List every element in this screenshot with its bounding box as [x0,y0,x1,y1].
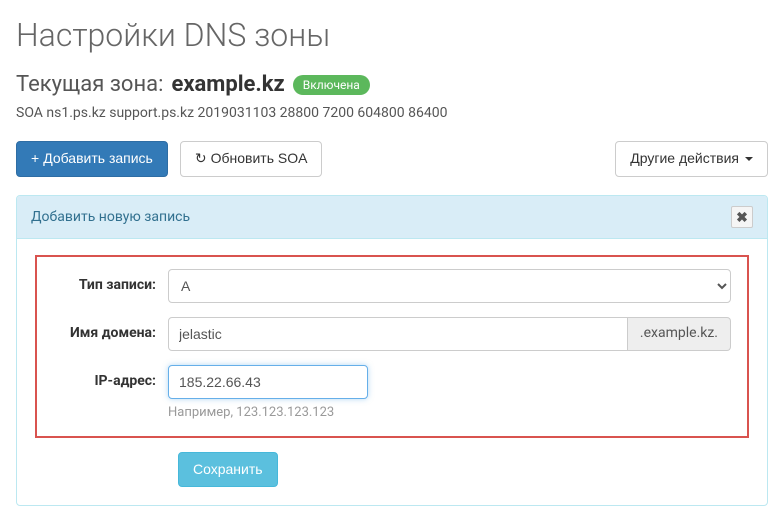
form-row-domain-name: Имя домена: .example.kz. [53,317,731,351]
ip-address-input[interactable] [168,365,368,399]
form-row-ip-address: IP-адрес: Например, 123.123.123.123 [53,365,731,420]
current-zone-name: example.kz [171,72,284,97]
ip-address-label: IP-адрес: [53,365,168,389]
plus-icon: + [31,149,39,169]
record-type-label: Тип записи: [53,269,168,293]
domain-name-input-group: .example.kz. [168,317,731,351]
panel-heading: Добавить новую запись ✖ [17,196,767,239]
soa-record-line: SOA ns1.ps.kz support.ps.kz 2019031103 2… [16,105,768,121]
panel-title: Добавить новую запись [31,209,731,225]
close-panel-button[interactable]: ✖ [731,206,753,228]
save-button[interactable]: Сохранить [178,452,278,488]
domain-name-input[interactable] [168,317,628,351]
add-record-panel: Добавить новую запись ✖ Тип записи: A Им… [16,195,768,507]
refresh-soa-button[interactable]: ↻ Обновить SOA [180,141,323,177]
form-highlight-box: Тип записи: A Имя домена: .example.kz. [35,255,749,438]
current-zone-heading: Текущая зона: example.kz Включена [16,72,768,97]
current-zone-label: Текущая зона: [16,72,163,97]
toolbar: + Добавить запись ↻ Обновить SOA Другие … [16,141,768,177]
add-record-button[interactable]: + Добавить запись [16,141,168,177]
other-actions-button[interactable]: Другие действия [615,141,768,177]
record-type-select[interactable]: A [168,269,731,303]
domain-name-label: Имя домена: [53,317,168,341]
domain-suffix-addon: .example.kz. [628,317,731,351]
save-row: Сохранить [178,452,749,488]
status-badge: Включена [293,75,370,95]
add-record-label: Добавить запись [43,149,153,169]
other-actions-label: Другие действия [630,149,739,169]
refresh-icon: ↻ [195,149,207,169]
page-title: Настройки DNS зоны [16,16,768,54]
close-icon: ✖ [736,209,748,225]
form-row-record-type: Тип записи: A [53,269,731,303]
ip-address-hint: Например, 123.123.123.123 [168,405,731,420]
panel-body: Тип записи: A Имя домена: .example.kz. [17,239,767,506]
chevron-down-icon [745,157,753,161]
refresh-soa-label: Обновить SOA [211,149,308,169]
